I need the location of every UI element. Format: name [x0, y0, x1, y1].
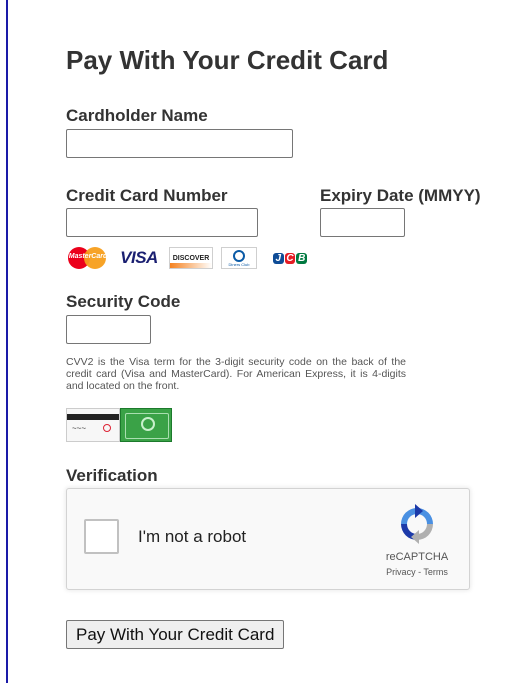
visa-icon: VISA [120, 248, 158, 267]
page-title: Pay With Your Credit Card [66, 45, 389, 75]
mastercard-icon: MasterCard [67, 246, 109, 270]
verification-label: Verification [66, 466, 158, 485]
card-number-label: Credit Card Number [66, 186, 228, 205]
cvv-location-illustration: ~~~ [66, 408, 172, 444]
security-code-label: Security Code [66, 292, 181, 311]
card-number-input[interactable] [66, 208, 258, 237]
jcb-icon: J C B [273, 247, 308, 269]
diners-club-icon: Diners Club [221, 247, 257, 269]
recaptcha-brand-text: reCAPTCHA [385, 551, 449, 563]
recaptcha-links: Privacy - Terms [367, 567, 467, 577]
accepted-cards: MasterCard VISA DISCOVER Diners Club J C… [67, 245, 308, 271]
left-border-line [6, 0, 8, 683]
recaptcha-logo-icon [401, 504, 433, 544]
card-back-cvv-icon: ~~~ [66, 408, 120, 442]
expiry-date-input[interactable] [320, 208, 405, 237]
diners-logo-text: Diners Club [228, 262, 250, 267]
security-code-input[interactable] [66, 315, 151, 344]
discover-icon: DISCOVER [169, 247, 213, 269]
recaptcha-widget: I'm not a robot reCAPTCHA Privacy - Term… [66, 488, 470, 590]
recaptcha-checkbox[interactable] [84, 519, 119, 554]
payment-page: Pay With Your Credit Card Cardholder Nam… [0, 0, 532, 683]
card-front-cvv-icon [120, 408, 172, 442]
recaptcha-privacy-link[interactable]: Privacy [386, 567, 416, 577]
cardholder-name-input[interactable] [66, 129, 293, 158]
mastercard-logo-text: MasterCard [68, 253, 108, 260]
security-code-help-text: CVV2 is the Visa term for the 3-digit se… [66, 356, 406, 392]
recaptcha-terms-link[interactable]: Terms [423, 567, 448, 577]
cardholder-name-label: Cardholder Name [66, 106, 208, 125]
pay-submit-button[interactable]: Pay With Your Credit Card [66, 620, 285, 649]
recaptcha-checkbox-label: I'm not a robot [138, 527, 247, 546]
jcb-logo-b: B [296, 252, 308, 264]
jcb-logo-j: J [273, 252, 284, 264]
expiry-date-label: Expiry Date (MMYY) [320, 186, 481, 205]
discover-logo-text: DISCOVER [172, 254, 210, 262]
jcb-logo-c: C [284, 252, 296, 264]
